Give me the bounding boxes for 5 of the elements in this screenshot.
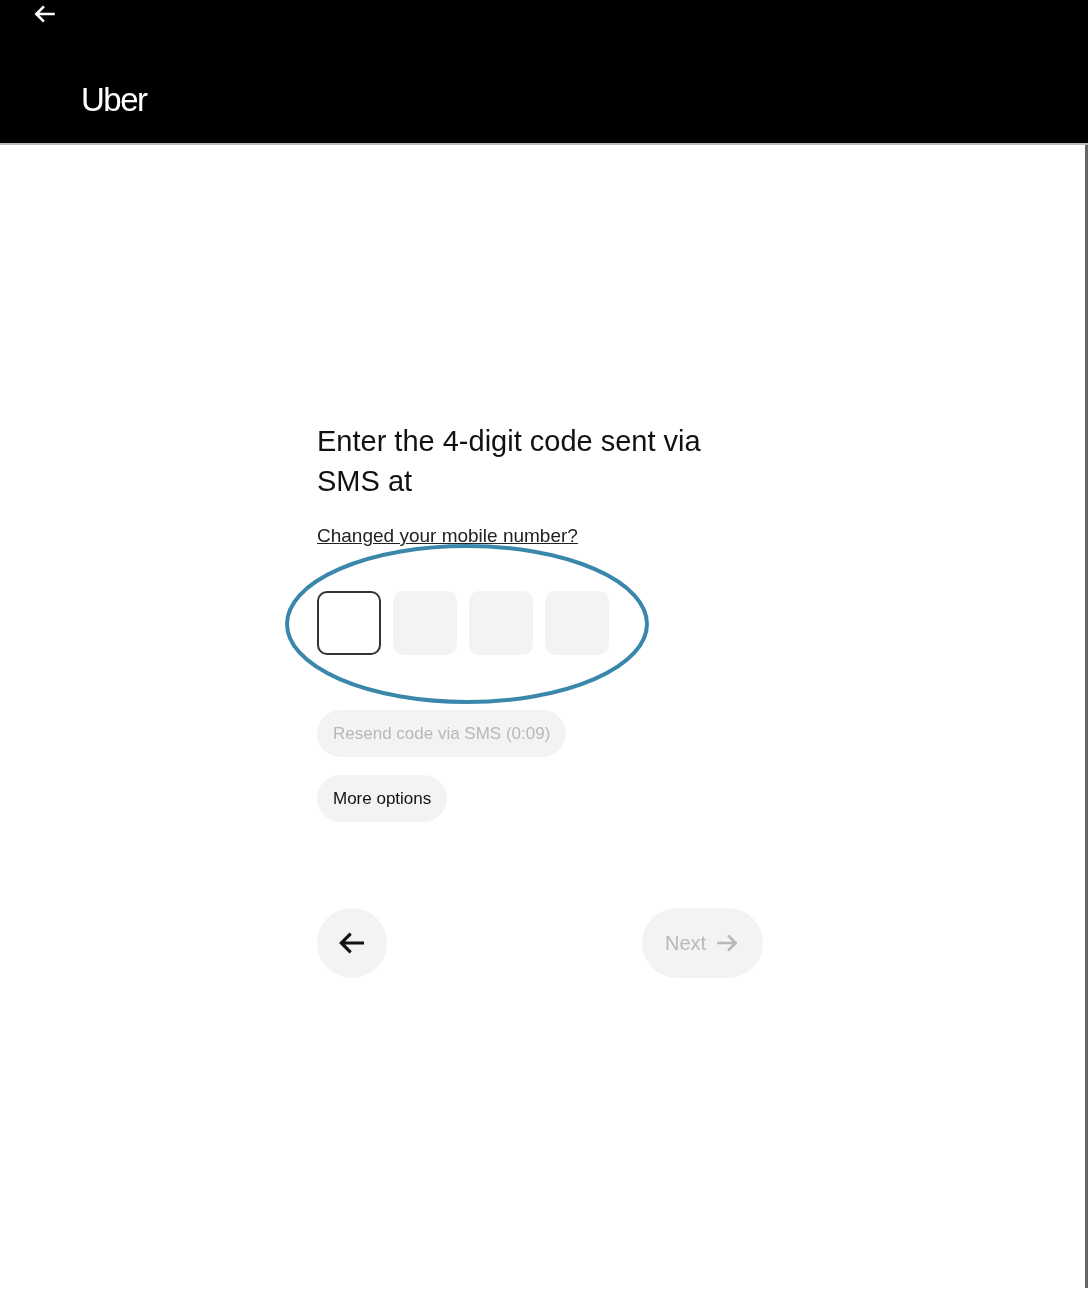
more-options-button[interactable]: More options [317,775,448,822]
logo: Uber [81,83,147,116]
code-digit-field[interactable] [317,591,381,655]
heading: Enter the 4-digit code sent via SMS at [317,424,702,499]
change-number-link[interactable]: Changed your mobile number? [317,525,578,547]
